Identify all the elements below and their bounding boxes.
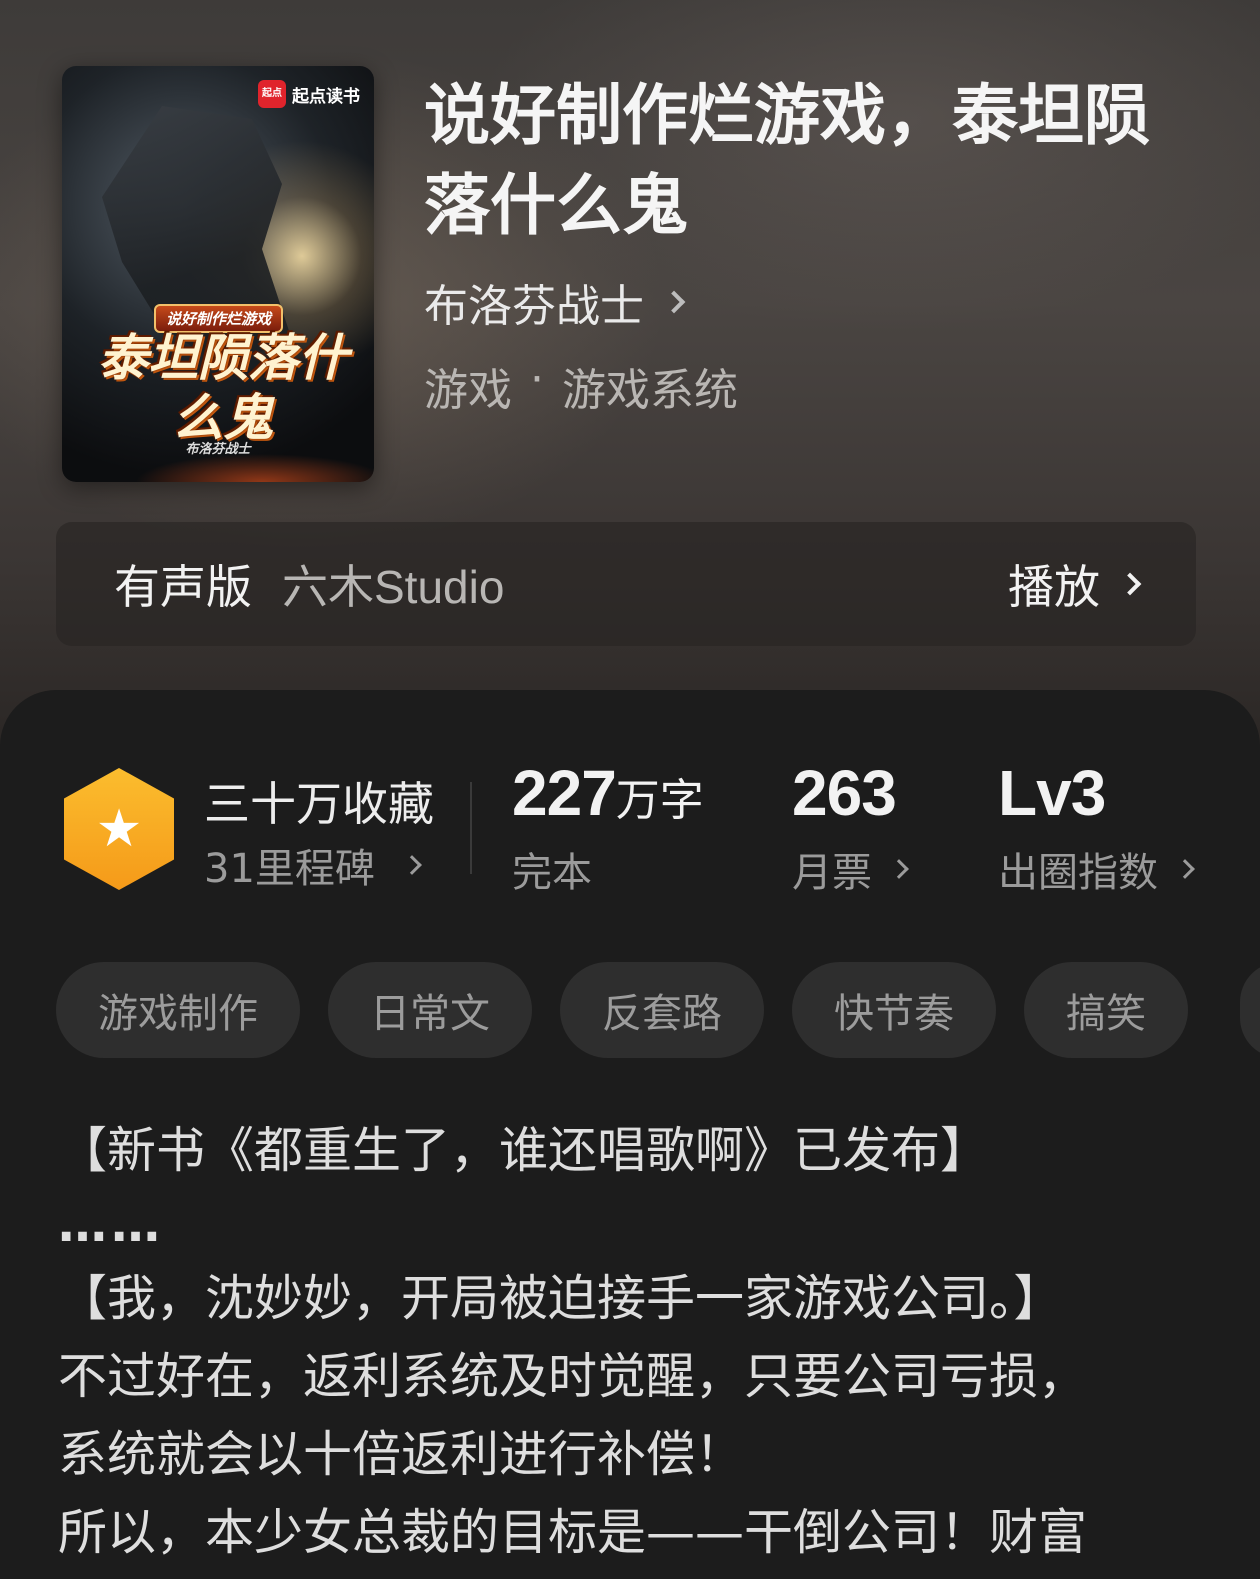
chevron-right-icon xyxy=(1175,859,1195,879)
tag-chip[interactable]: 反套路 xyxy=(560,962,764,1058)
genre-row: 游戏 · 游戏系统 xyxy=(424,354,738,418)
book-description[interactable]: 【新书《都重生了，谁还唱歌啊》已发布】 …… 【我，沈妙妙，开局被迫接手一家游戏… xyxy=(58,1112,1208,1572)
play-label: 播放 xyxy=(1008,560,1100,614)
popularity-stat[interactable]: Lv3 出圈指数 xyxy=(998,756,1195,896)
milestone-link[interactable]: 31里程碑 xyxy=(204,836,422,894)
star-icon: ★ xyxy=(95,799,143,859)
qidian-logo-icon: 起点 xyxy=(258,80,286,108)
cover-brand: 起点 起点读书 xyxy=(258,80,360,108)
milestone-label: 31里程碑 xyxy=(204,846,375,892)
audiobook-studio: 六木Studio xyxy=(282,561,505,613)
monthly-ticket-stat[interactable]: 263 月票 xyxy=(792,756,909,896)
audiobook-label: 有声版 xyxy=(114,560,252,614)
chevron-right-icon xyxy=(1118,572,1142,596)
description-line: 【我，沈妙妙，开局被迫接手一家游戏公司。】 xyxy=(58,1270,1063,1327)
author-link[interactable]: 布洛芬战士 xyxy=(424,270,686,334)
genre-sub[interactable]: 游戏系统 xyxy=(562,354,738,418)
book-title: 说好制作烂游戏，泰坦陨落什么鬼 xyxy=(424,76,1150,244)
cover-brand-text: 起点读书 xyxy=(292,86,360,107)
word-count-value: 227 xyxy=(512,757,617,829)
author-name: 布洛芬战士 xyxy=(424,281,644,332)
tag-chip[interactable]: 快节奏 xyxy=(792,962,996,1058)
word-count-stat: 227万字 完本 xyxy=(512,756,704,896)
genre-separator: · xyxy=(530,354,544,405)
monthly-ticket-caption: 月票 xyxy=(792,840,909,898)
tag-chip[interactable]: 搞笑 xyxy=(1024,962,1188,1058)
status-label: 完本 xyxy=(512,850,592,896)
cover-author: 布洛芬战士 xyxy=(185,442,251,457)
popularity-caption: 出圈指数 xyxy=(998,840,1195,898)
description-line: …… xyxy=(58,1196,164,1253)
book-header: 起点 起点读书 说好制作烂游戏 泰坦陨落什么鬼 布洛芬战士 说好制作烂游戏，泰坦… xyxy=(0,0,1260,760)
monthly-ticket-value: 263 xyxy=(792,757,897,829)
genre-main[interactable]: 游戏 xyxy=(424,354,512,418)
favorites-title: 三十万收藏 xyxy=(204,777,434,831)
tag-list: 游戏制作 日常文 反套路 快节奏 搞笑 xyxy=(56,962,1188,1058)
description-line: 所以，本少女总裁的目标是——干倒公司！财富 xyxy=(58,1504,1088,1561)
monthly-ticket-label: 月票 xyxy=(792,850,872,896)
chevron-right-icon xyxy=(662,290,686,314)
word-count-unit: 万字 xyxy=(615,775,704,826)
tag-chip[interactable]: 游戏制作 xyxy=(56,962,300,1058)
play-button[interactable]: 播放 xyxy=(1008,551,1142,617)
chevron-right-icon xyxy=(889,859,909,879)
tag-chip[interactable]: 日常文 xyxy=(328,962,532,1058)
description-line: 【新书《都重生了，谁还唱歌啊》已发布】 xyxy=(58,1122,990,1179)
cover-title: 泰坦陨落什么鬼 xyxy=(98,328,348,447)
book-cover[interactable]: 起点 起点读书 说好制作烂游戏 泰坦陨落什么鬼 布洛芬战士 xyxy=(62,66,374,482)
popularity-label: 出圈指数 xyxy=(998,850,1158,896)
stats-divider xyxy=(470,782,472,874)
chevron-right-icon xyxy=(402,855,422,875)
popularity-level: Lv3 xyxy=(998,757,1106,829)
description-line: 不过好在，返利系统及时觉醒，只要公司亏损， xyxy=(58,1348,1088,1405)
description-line: 系统就会以十倍返利进行补偿！ xyxy=(58,1426,745,1483)
status-caption: 完本 xyxy=(512,840,592,898)
audiobook-bar[interactable]: 有声版 六木Studio 播放 xyxy=(56,522,1196,646)
